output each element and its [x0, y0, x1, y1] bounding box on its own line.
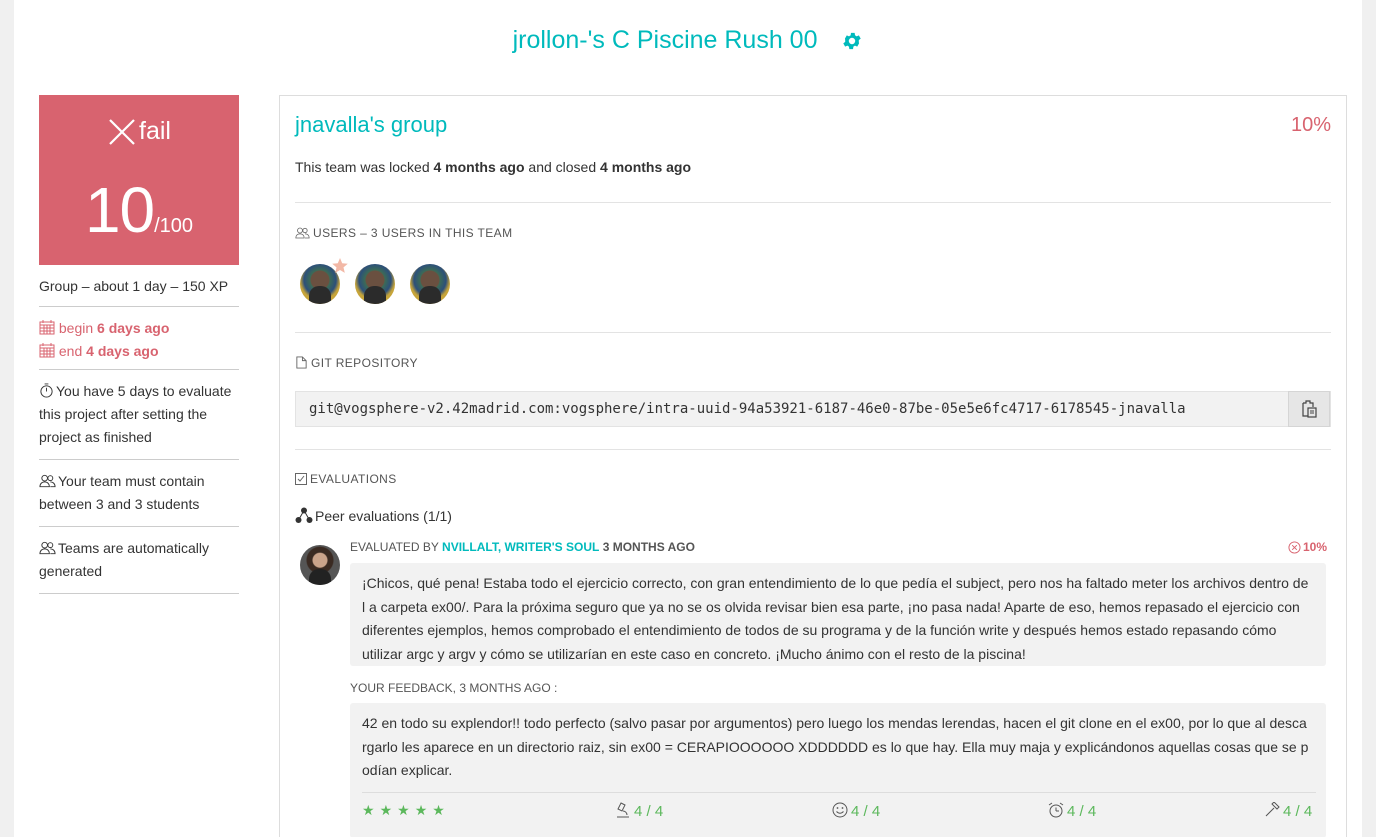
- feedback-text: 42 en todo su explendor!! todo perfecto …: [362, 715, 1309, 778]
- smiley-icon: [832, 802, 848, 818]
- alarm-clock-icon: [1048, 802, 1064, 818]
- users-icon: [295, 227, 310, 239]
- score-max: /100: [154, 215, 194, 237]
- stopwatch-icon: [40, 383, 53, 398]
- close-icon: [109, 119, 135, 146]
- end-label: end: [58, 343, 83, 359]
- evaluations-section-label: EVALUATIONS: [295, 472, 397, 486]
- team-panel: jnavalla's group 10% This team was locke…: [279, 95, 1347, 837]
- divider: [295, 332, 1331, 333]
- page-title: jrollon-'s C Piscine Rush 00: [512, 26, 818, 54]
- calendar-icon: [39, 343, 55, 358]
- status: fail: [39, 117, 239, 147]
- star-icon: ★: [414, 802, 428, 818]
- group-header: jnavalla's group 10%: [295, 112, 1331, 142]
- rating-rigor: 4 / 4: [1264, 801, 1312, 820]
- evaluator-avatar[interactable]: [300, 545, 340, 585]
- avatar[interactable]: [355, 264, 395, 304]
- users-icon: [39, 541, 56, 555]
- fail-circle-icon: [1288, 541, 1301, 554]
- rating-punctuality: 4 / 4: [1048, 802, 1096, 820]
- evaluation-header: EVALUATED BY NVILLALT, WRITER'S SOUL 3 M…: [350, 540, 1327, 554]
- star-rating: ★ ★ ★ ★ ★: [362, 802, 450, 819]
- repo-url[interactable]: git@vogsphere-v2.42madrid.com:vogsphere/…: [309, 401, 1186, 417]
- star-icon: ★: [379, 802, 393, 818]
- star-icon: ★: [432, 802, 445, 818]
- clipboard-icon: [1302, 400, 1317, 418]
- evaluator-link[interactable]: NVILLALT, WRITER'S SOUL: [442, 540, 599, 554]
- calendar-icon: [39, 320, 55, 335]
- users-icon: [39, 474, 56, 488]
- info-evaluate: You have 5 days to evaluate this project…: [39, 370, 239, 460]
- score-value: 10: [84, 174, 155, 246]
- peers-icon: [295, 507, 313, 523]
- project-summary: fail 10/100 Group – about 1 day – 150 XP…: [39, 95, 239, 594]
- users-section-label: USERS – 3 USERS IN THIS TEAM: [295, 226, 512, 240]
- page: jrollon-'s C Piscine Rush 00 fail 10/100…: [14, 0, 1362, 837]
- evaluation-comment: ¡Chicos, qué pena! Estaba todo el ejerci…: [350, 563, 1326, 666]
- peer-evaluations-label: Peer evaluations (1/1): [295, 507, 452, 524]
- status-label: fail: [139, 117, 171, 145]
- divider: [295, 449, 1331, 450]
- project-dates: begin 6 days ago end 4 days ago: [39, 307, 239, 370]
- divider: [295, 202, 1331, 203]
- title-bar: jrollon-'s C Piscine Rush 00: [14, 26, 1362, 62]
- star-icon: ★: [397, 802, 410, 818]
- microscope-icon: [617, 802, 629, 818]
- copy-button[interactable]: [1288, 391, 1330, 427]
- group-percent: 10%: [1290, 114, 1331, 136]
- score-box: fail 10/100: [39, 95, 239, 265]
- begin-date: begin 6 days ago: [39, 317, 239, 340]
- project-meta: Group – about 1 day – 150 XP: [39, 265, 239, 307]
- feedback-ratings: ★ ★ ★ ★ ★ 4 / 4 4 / 4 4 / 4 4 / 4: [362, 792, 1316, 826]
- star-icon: [332, 258, 348, 273]
- star-icon: ★: [362, 802, 375, 818]
- team-locked-info: This team was locked 4 months ago and cl…: [295, 159, 692, 175]
- rating-nice: 4 / 4: [832, 802, 880, 820]
- begin-value: 6 days ago: [97, 320, 170, 336]
- file-icon: [296, 356, 307, 369]
- repo-url-box[interactable]: git@vogsphere-v2.42madrid.com:vogsphere/…: [295, 391, 1331, 427]
- begin-label: begin: [58, 320, 94, 336]
- group-name[interactable]: jnavalla's group: [295, 112, 447, 138]
- feedback-label: YOUR FEEDBACK, 3 MONTHS AGO :: [350, 681, 558, 695]
- hammer-icon: [1265, 801, 1280, 817]
- info-team-size: Your team must contain between 3 and 3 s…: [39, 460, 239, 527]
- avatar[interactable]: [410, 264, 450, 304]
- info-auto: Teams are automatically generated: [39, 527, 239, 594]
- rating-interest: 4 / 4: [615, 802, 663, 820]
- end-value: 4 days ago: [86, 343, 159, 359]
- end-date: end 4 days ago: [39, 340, 239, 363]
- repo-section-label: GIT REPOSITORY: [295, 356, 418, 370]
- checkbox-icon: [295, 473, 307, 485]
- gear-icon[interactable]: [841, 30, 863, 52]
- evaluation-percent: 10%: [1288, 540, 1327, 554]
- score: 10/100: [39, 173, 239, 247]
